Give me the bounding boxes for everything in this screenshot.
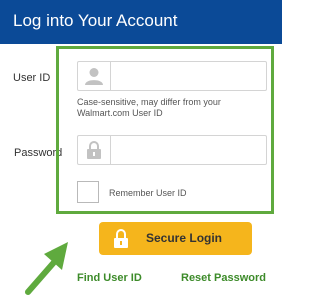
user-id-label: User ID — [13, 72, 51, 84]
user-id-hint: Case-sensitive, may differ from your Wal… — [77, 97, 221, 118]
secure-login-label: Secure Login — [146, 231, 223, 245]
header-bar: Log into Your Account — [0, 0, 282, 44]
lock-icon — [78, 136, 111, 164]
remember-user-id-checkbox[interactable] — [77, 181, 99, 203]
password-field[interactable] — [77, 135, 267, 165]
user-id-field[interactable] — [77, 61, 267, 91]
user-icon — [78, 62, 111, 90]
reset-password-link[interactable]: Reset Password — [181, 272, 266, 284]
find-user-id-link[interactable]: Find User ID — [77, 272, 142, 284]
secure-login-button[interactable]: Secure Login — [99, 222, 252, 255]
arrow-icon — [25, 242, 68, 295]
page-title: Log into Your Account — [13, 11, 178, 30]
remember-user-id-label: Remember User ID — [109, 188, 187, 198]
padlock-icon — [113, 228, 129, 254]
